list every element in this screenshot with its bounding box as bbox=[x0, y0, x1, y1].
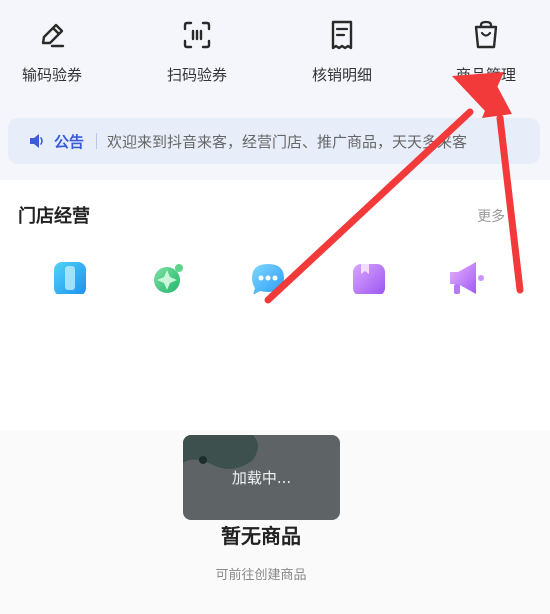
store-operations-section: 门店经营 更多 › bbox=[0, 180, 550, 295]
store-tool-5[interactable] bbox=[444, 256, 488, 294]
verify-by-scan-button[interactable]: 扫码验券 bbox=[137, 18, 257, 108]
more-label: 更多 bbox=[477, 209, 506, 225]
announcement-divider bbox=[96, 133, 98, 149]
purple-book-icon bbox=[353, 264, 385, 294]
product-management-label: 商品管理 bbox=[455, 66, 516, 84]
verify-by-code-button[interactable]: 输码验券 bbox=[0, 18, 112, 108]
chat-bubble-icon bbox=[252, 264, 284, 294]
empty-state-title: 暂无商品 bbox=[221, 524, 301, 548]
loading-toast: 加载中... bbox=[183, 435, 340, 520]
announcement-bar[interactable]: 公告 欢迎来到抖音来客，经营门店、推广商品，天天多来客 bbox=[8, 118, 540, 164]
blue-card-icon bbox=[54, 262, 86, 294]
loading-text: 加载中... bbox=[231, 469, 292, 487]
top-area: 输码验券 扫码验券 核销明细 商品管理 公告 欢迎来到抖音来客，经营门店、推广商… bbox=[0, 0, 550, 295]
store-tool-2[interactable] bbox=[146, 256, 190, 294]
empty-state-subtitle: 可前往创建商品 bbox=[215, 568, 307, 583]
scan-code-icon bbox=[183, 21, 211, 49]
megaphone-icon bbox=[450, 262, 484, 294]
speaker-icon bbox=[30, 134, 43, 148]
store-operations-title: 门店经营 bbox=[18, 206, 90, 227]
store-tool-4[interactable] bbox=[347, 256, 391, 294]
announcement-label: 公告 bbox=[54, 132, 85, 151]
quick-actions-bar: 输码验券 扫码验券 核销明细 商品管理 bbox=[0, 0, 550, 110]
blank-band bbox=[0, 295, 550, 430]
redemption-details-label: 核销明细 bbox=[311, 66, 372, 84]
green-sparkle-icon bbox=[154, 264, 183, 293]
shopping-bag-icon bbox=[474, 20, 498, 49]
verify-by-code-label: 输码验券 bbox=[21, 66, 82, 84]
pencil-edit-icon bbox=[41, 23, 65, 48]
chevron-right-icon: › bbox=[509, 210, 514, 224]
receipt-icon bbox=[331, 20, 353, 50]
store-tool-1[interactable] bbox=[48, 256, 92, 294]
product-management-button[interactable]: 商品管理 bbox=[426, 18, 546, 108]
store-tool-3[interactable] bbox=[246, 256, 290, 294]
redemption-details-button[interactable]: 核销明细 bbox=[282, 18, 402, 108]
more-link[interactable]: 更多 › bbox=[477, 206, 514, 226]
verify-by-scan-label: 扫码验券 bbox=[166, 66, 227, 84]
announcement-text: 欢迎来到抖音来客，经营门店、推广商品，天天多来客 bbox=[107, 132, 468, 151]
